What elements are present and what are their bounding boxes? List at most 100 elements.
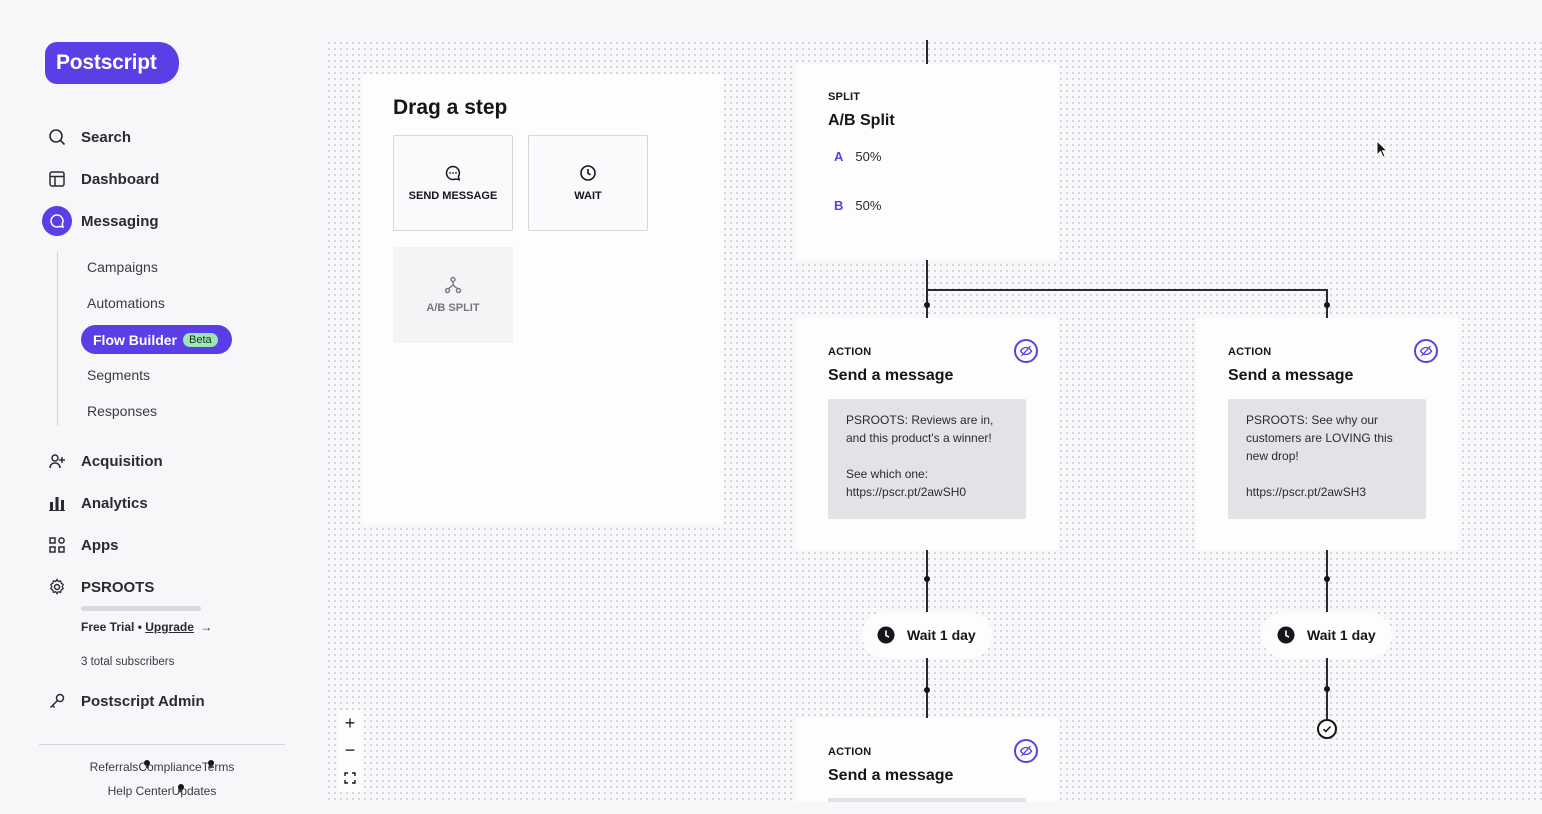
footer-links-row-2: Help Center • Updates: [107, 784, 217, 798]
upgrade-link[interactable]: Upgrade: [145, 620, 194, 634]
eye-off-icon[interactable]: [1414, 339, 1438, 363]
footer-help[interactable]: Help Center: [108, 784, 172, 798]
trial-status: Free Trial • Upgrade →: [81, 620, 212, 634]
wait-left-label: Wait 1 day: [907, 627, 976, 643]
split-row-a: A 50%: [834, 149, 881, 164]
nav-apps-label: Apps: [81, 536, 119, 554]
footer-terms[interactable]: Terms: [202, 760, 235, 774]
nav-account[interactable]: PSROOTS: [44, 572, 154, 602]
nav-search-label: Search: [81, 128, 132, 146]
subscriber-count: 3 total subscribers: [81, 656, 175, 668]
nav-account-label: PSROOTS: [81, 578, 155, 596]
dashboard-icon: [44, 166, 70, 192]
end-check-icon: [1317, 719, 1337, 739]
action-bottom-message: [828, 798, 1026, 802]
action-right-message: PSROOTS: See why our customers are LOVIN…: [1228, 399, 1426, 519]
footer-referrals[interactable]: Referrals: [90, 760, 139, 774]
step-split-label: A/B SPLIT: [426, 302, 480, 314]
clock-icon: [877, 626, 895, 644]
connector-dot: [924, 302, 930, 308]
step-send-message[interactable]: SEND MESSAGE: [393, 135, 513, 231]
action-card-right[interactable]: ACTION Send a message PSROOTS: See why o…: [1196, 318, 1458, 550]
sub-responses[interactable]: Responses: [87, 403, 157, 419]
nav-acquisition[interactable]: Acquisition: [44, 446, 163, 476]
sub-campaigns[interactable]: Campaigns: [87, 259, 158, 275]
clock-icon: [1277, 626, 1295, 644]
wait-node-left[interactable]: Wait 1 day: [862, 612, 992, 658]
eye-off-icon[interactable]: [1014, 739, 1038, 763]
nav-messaging-label: Messaging: [81, 212, 159, 230]
chat-bubble-icon: [42, 206, 72, 236]
sub-flow-builder[interactable]: Flow Builder Beta: [81, 325, 232, 354]
sub-segments[interactable]: Segments: [87, 367, 150, 383]
wait-right-label: Wait 1 day: [1307, 627, 1376, 643]
fullscreen-icon: [344, 771, 356, 784]
arrow-right-icon: →: [200, 620, 213, 634]
action-card-bottom[interactable]: ACTION Send a message: [796, 718, 1058, 802]
connector-dot: [1324, 576, 1330, 582]
step-send-label: SEND MESSAGE: [408, 190, 498, 202]
postscript-logo[interactable]: Postscript: [45, 42, 179, 84]
bar-chart-icon: [44, 490, 70, 516]
step-wait-label: WAIT: [574, 190, 602, 202]
split-card-type: SPLIT: [828, 91, 861, 103]
trial-progress-bar: [81, 606, 201, 611]
connector-dot: [1324, 686, 1330, 692]
chat-bubble-icon: [445, 165, 461, 181]
nav-analytics[interactable]: Analytics: [44, 488, 148, 518]
zoom-out-button[interactable]: −: [337, 737, 363, 764]
subnav-rail: [57, 252, 58, 426]
nav-messaging[interactable]: Messaging: [42, 206, 159, 236]
connector-dot: [1324, 302, 1330, 308]
action-right-title: Send a message: [1228, 367, 1354, 384]
flow-builder-label: Flow Builder: [93, 331, 177, 348]
action-left-title: Send a message: [828, 367, 954, 384]
connector-dot: [924, 687, 930, 693]
split-card-title: A/B Split: [828, 112, 895, 129]
zoom-in-button[interactable]: +: [337, 710, 363, 737]
action-card-left[interactable]: ACTION Send a message PSROOTS: Reviews a…: [796, 318, 1058, 550]
apps-grid-icon: [44, 532, 70, 558]
step-palette: Drag a step SEND MESSAGE WAIT A/B SPLIT: [362, 74, 724, 524]
action-bottom-title: Send a message: [828, 767, 954, 784]
sub-automations[interactable]: Automations: [87, 295, 165, 311]
sidebar-divider: [39, 744, 285, 745]
action-bottom-type: ACTION: [828, 746, 872, 758]
connector-top: [926, 40, 928, 64]
action-right-type: ACTION: [1228, 346, 1272, 358]
footer-links-row-1: Referrals • Compliance • Terms: [89, 760, 235, 774]
fit-view-button[interactable]: [337, 764, 363, 791]
palette-title: Drag a step: [393, 96, 508, 119]
nav-dashboard[interactable]: Dashboard: [44, 164, 159, 194]
key-icon: [44, 688, 70, 714]
eye-off-icon[interactable]: [1014, 339, 1038, 363]
step-ab-split[interactable]: A/B SPLIT: [393, 247, 513, 343]
split-a-label: A: [834, 149, 844, 164]
action-left-message: PSROOTS: Reviews are in, and this produc…: [828, 399, 1026, 519]
nav-dashboard-label: Dashboard: [81, 170, 160, 188]
split-card[interactable]: SPLIT A/B Split A 50% B 50%: [796, 64, 1058, 260]
mouse-cursor: [1376, 139, 1389, 163]
beta-badge: Beta: [183, 332, 218, 347]
user-add-icon: [44, 448, 70, 474]
search-icon: [44, 124, 70, 150]
nav-analytics-label: Analytics: [81, 494, 148, 512]
zoom-controls: + −: [337, 710, 363, 792]
gear-icon: [44, 574, 70, 600]
nav-search[interactable]: Search: [44, 122, 131, 152]
clock-icon: [580, 165, 596, 181]
nav-admin-label: Postscript Admin: [81, 692, 205, 710]
split-b-value: 50%: [855, 198, 882, 213]
wait-node-right[interactable]: Wait 1 day: [1262, 612, 1392, 658]
action-left-type: ACTION: [828, 346, 872, 358]
split-a-value: 50%: [855, 149, 882, 164]
nav-apps[interactable]: Apps: [44, 530, 119, 560]
split-row-b: B 50%: [834, 198, 881, 213]
connector-split-branch: [926, 289, 1328, 291]
split-icon: [444, 276, 462, 294]
split-b-label: B: [834, 198, 844, 213]
nav-acquisition-label: Acquisition: [81, 452, 163, 470]
nav-admin[interactable]: Postscript Admin: [44, 686, 205, 716]
trial-prefix: Free Trial •: [81, 620, 146, 634]
step-wait[interactable]: WAIT: [528, 135, 648, 231]
